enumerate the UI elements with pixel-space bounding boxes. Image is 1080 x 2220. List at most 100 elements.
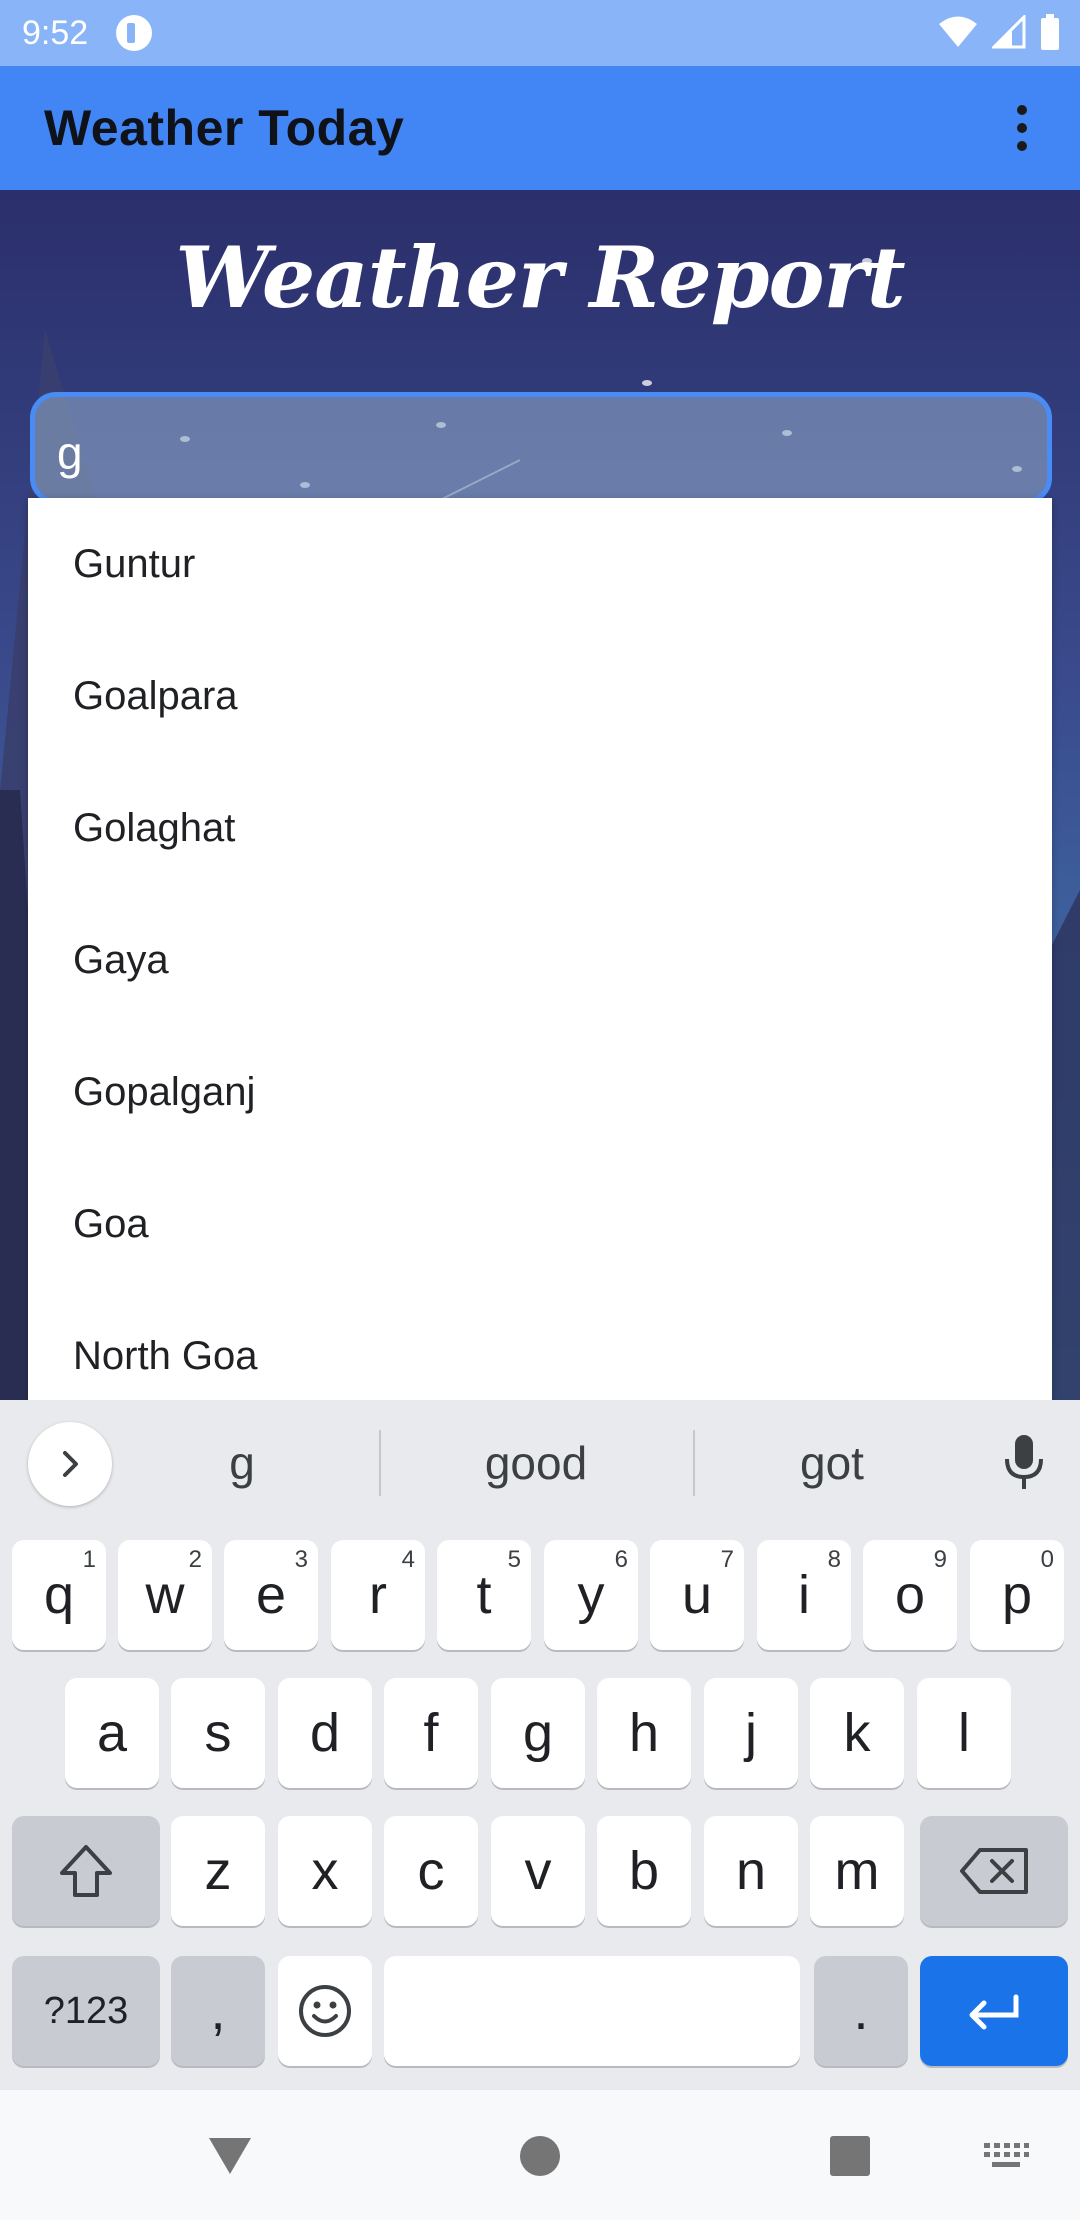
key-i[interactable]: i8 — [757, 1540, 851, 1650]
key-label: y — [577, 1565, 605, 1625]
status-bar: 9:52 — [0, 0, 1080, 66]
recents-button[interactable] — [820, 2126, 880, 2186]
key-hint: 1 — [82, 1546, 96, 1573]
menu-dot — [1017, 105, 1027, 115]
key-w[interactable]: w2 — [118, 1540, 212, 1650]
emoji-key[interactable] — [278, 1956, 372, 2066]
key-hint: 9 — [933, 1546, 947, 1573]
key-label: p — [1001, 1565, 1033, 1625]
suggestion-item[interactable]: Goa — [28, 1158, 1052, 1290]
word-suggestion[interactable]: got — [714, 1430, 950, 1496]
key-hint: 4 — [401, 1546, 415, 1573]
enter-icon — [969, 1994, 1019, 2030]
key-q[interactable]: q1 — [12, 1540, 106, 1650]
key-label: e — [255, 1565, 287, 1625]
shift-key[interactable] — [12, 1816, 160, 1926]
key-h[interactable]: h — [597, 1678, 691, 1788]
period-key[interactable]: . — [814, 1956, 908, 2066]
key-hint: 6 — [614, 1546, 628, 1573]
key-t[interactable]: t5 — [437, 1540, 531, 1650]
suggestion-item[interactable]: North Goa — [28, 1290, 1052, 1400]
key-label: u — [681, 1565, 713, 1625]
suggestion-item[interactable]: Guntur — [28, 498, 1052, 630]
suggestion-item[interactable]: Golaghat — [28, 762, 1052, 894]
menu-dot — [1017, 141, 1027, 151]
key-hint: 7 — [720, 1546, 734, 1573]
key-r[interactable]: r4 — [331, 1540, 425, 1650]
key-a[interactable]: a — [65, 1678, 159, 1788]
space-key[interactable] — [384, 1956, 800, 2066]
word-suggestion[interactable]: good — [400, 1430, 672, 1496]
system-navigation-bar — [0, 2090, 1080, 2220]
key-s[interactable]: s — [171, 1678, 265, 1788]
suggestion-divider — [693, 1430, 695, 1496]
key-label: i — [798, 1565, 810, 1625]
city-suggestions-dropdown: Guntur Goalpara Golaghat Gaya Gopalganj … — [28, 498, 1052, 1400]
keyboard-icon — [984, 2143, 1029, 2167]
key-d[interactable]: d — [278, 1678, 372, 1788]
menu-dot — [1017, 123, 1027, 133]
comma-key[interactable]: , — [171, 1956, 265, 2066]
key-label: w — [145, 1565, 185, 1625]
key-y[interactable]: y6 — [544, 1540, 638, 1650]
soft-keyboard: g good got q1 w2 e3 r4 t5 y6 u7 i8 o9 p0… — [0, 1400, 1080, 2090]
keyboard-expand-button[interactable] — [28, 1422, 112, 1506]
key-hint: 3 — [294, 1546, 308, 1573]
key-v[interactable]: v — [491, 1816, 585, 1926]
shift-icon — [60, 1845, 112, 1897]
status-icons — [938, 14, 1060, 50]
voice-input-button[interactable] — [996, 1430, 1052, 1496]
back-button[interactable] — [200, 2126, 260, 2186]
key-label: o — [894, 1565, 926, 1625]
microphone-icon — [1005, 1435, 1043, 1489]
key-m[interactable]: m — [810, 1816, 904, 1926]
home-circle-icon — [520, 2136, 560, 2176]
suggestion-divider — [379, 1430, 381, 1496]
enter-key[interactable] — [920, 1956, 1068, 2066]
wifi-icon — [939, 16, 977, 47]
star — [642, 380, 652, 386]
key-x[interactable]: x — [278, 1816, 372, 1926]
city-search-field[interactable] — [30, 392, 1052, 504]
key-g[interactable]: g — [491, 1678, 585, 1788]
city-search-input[interactable] — [57, 425, 1025, 481]
key-k[interactable]: k — [810, 1678, 904, 1788]
status-time: 9:52 — [22, 13, 89, 52]
key-z[interactable]: z — [171, 1816, 265, 1926]
key-o[interactable]: o9 — [863, 1540, 957, 1650]
word-suggestion[interactable]: g — [140, 1430, 344, 1496]
key-hint: 0 — [1040, 1546, 1054, 1573]
key-hint: 5 — [507, 1546, 521, 1573]
key-hint: 8 — [827, 1546, 841, 1573]
app-title: Weather Today — [44, 100, 405, 156]
suggestion-item[interactable]: Gopalganj — [28, 1026, 1052, 1158]
key-l[interactable]: l — [917, 1678, 1011, 1788]
key-n[interactable]: n — [704, 1816, 798, 1926]
key-c[interactable]: c — [384, 1816, 478, 1926]
battery-icon — [1041, 14, 1059, 50]
key-hint: 2 — [188, 1546, 202, 1573]
keyboard-switch-button[interactable] — [976, 2126, 1036, 2186]
keyboard-suggestion-strip: g good got — [0, 1400, 1080, 1528]
backspace-key[interactable] — [920, 1816, 1068, 1926]
key-f[interactable]: f — [384, 1678, 478, 1788]
key-b[interactable]: b — [597, 1816, 691, 1926]
key-j[interactable]: j — [704, 1678, 798, 1788]
recents-square-icon — [830, 2136, 870, 2176]
backspace-icon — [960, 1848, 1028, 1894]
app-bar: Weather Today — [0, 66, 1080, 190]
cellular-icon — [992, 15, 1026, 49]
home-button[interactable] — [510, 2126, 570, 2186]
overflow-menu-icon[interactable] — [994, 100, 1050, 156]
symbols-key[interactable]: ?123 — [12, 1956, 160, 2066]
key-e[interactable]: e3 — [224, 1540, 318, 1650]
key-p[interactable]: p0 — [970, 1540, 1064, 1650]
suggestion-item[interactable]: Goalpara — [28, 630, 1052, 762]
suggestion-item[interactable]: Gaya — [28, 894, 1052, 1026]
back-triangle-icon — [209, 2138, 251, 2174]
key-label: t — [476, 1565, 492, 1625]
emoji-icon — [299, 1985, 351, 2037]
weather-report-title: Weather Report — [175, 228, 905, 327]
app-notification-icon — [116, 15, 153, 51]
key-u[interactable]: u7 — [650, 1540, 744, 1650]
